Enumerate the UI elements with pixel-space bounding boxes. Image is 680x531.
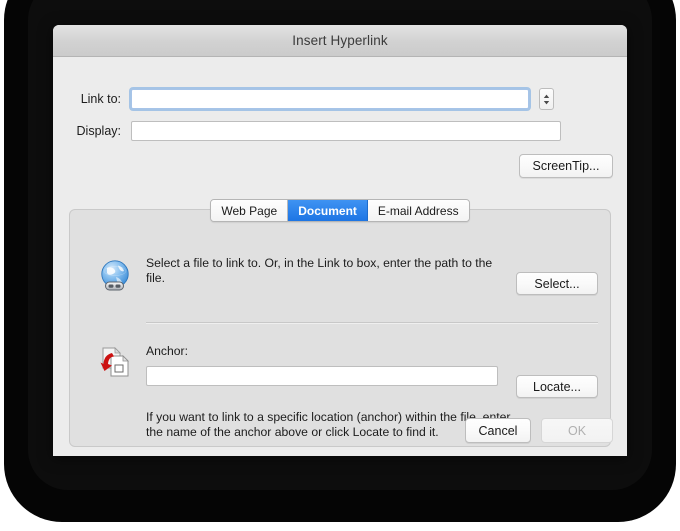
- dialog-body: Link to: Display: ScreenTip... Web Page …: [53, 57, 627, 456]
- tab-group: Web Page Document E-mail Address: [210, 199, 470, 222]
- anchor-help-text: If you want to link to a specific locati…: [146, 410, 511, 439]
- display-row: Display:: [53, 121, 627, 141]
- select-file-button[interactable]: Select...: [516, 272, 598, 295]
- tab-web-page[interactable]: Web Page: [211, 200, 289, 221]
- dialog-title: Insert Hyperlink: [292, 33, 388, 48]
- anchor-input[interactable]: [146, 366, 498, 386]
- screen-canvas: Insert Hyperlink Link to: Display: Scree…: [0, 0, 680, 531]
- stepper-up-down-icon: [543, 94, 550, 104]
- section-divider: [146, 322, 598, 324]
- anchor-section-icon-col: [84, 344, 146, 386]
- globe-link-icon: [101, 260, 129, 291]
- display-label: Display:: [76, 124, 121, 138]
- dialog-titlebar: Insert Hyperlink: [53, 25, 627, 57]
- document-anchor-icon: [100, 347, 129, 377]
- display-input[interactable]: [131, 121, 561, 141]
- cancel-button[interactable]: Cancel: [465, 418, 531, 443]
- tab-content-panel: Select a file to link to. Or, in the Lin…: [69, 209, 611, 447]
- ok-button[interactable]: OK: [541, 418, 613, 443]
- link-to-row: Link to:: [53, 88, 627, 110]
- file-section-icon-col: [84, 256, 146, 294]
- insert-hyperlink-dialog: Insert Hyperlink Link to: Display: Scree…: [53, 25, 627, 456]
- link-to-label: Link to:: [80, 92, 121, 106]
- tab-email-address[interactable]: E-mail Address: [367, 200, 469, 221]
- file-section-description: Select a file to link to. Or, in the Lin…: [146, 256, 493, 285]
- screentip-button[interactable]: ScreenTip...: [519, 154, 613, 178]
- tab-bar: Web Page Document E-mail Address: [53, 199, 627, 222]
- anchor-label: Anchor:: [146, 344, 189, 358]
- locate-anchor-button[interactable]: Locate...: [516, 375, 598, 398]
- tab-document[interactable]: Document: [288, 200, 368, 221]
- link-to-input[interactable]: [131, 89, 529, 109]
- link-to-stepper[interactable]: [539, 88, 554, 110]
